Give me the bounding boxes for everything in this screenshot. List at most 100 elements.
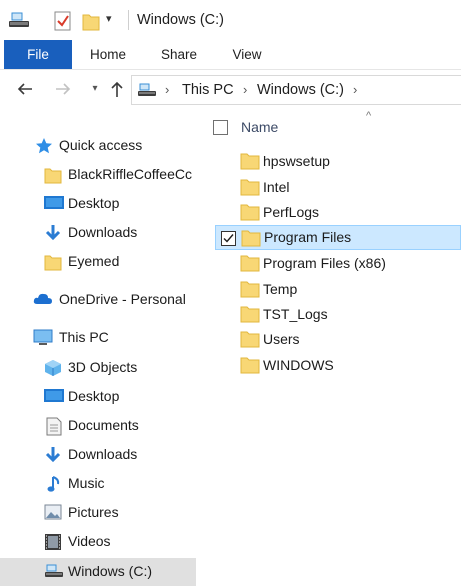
folder-icon [240, 356, 260, 374]
nav-label: Eyemed [68, 253, 120, 269]
file-row[interactable]: Intel [215, 175, 461, 200]
back-arrow-icon [17, 83, 32, 95]
column-header-name[interactable]: Name [241, 119, 278, 135]
document-icon [46, 417, 66, 436]
breadcrumb-separator: › [353, 82, 358, 97]
tab-share[interactable]: Share [158, 40, 200, 69]
nav-label: OneDrive - Personal [59, 291, 186, 307]
nav-item-videos[interactable]: Videos [0, 528, 196, 556]
cloud-icon [33, 291, 53, 309]
forward-arrow-icon [56, 83, 71, 95]
title-separator [128, 10, 129, 30]
forward-button[interactable] [52, 78, 74, 100]
back-button[interactable] [14, 78, 36, 100]
download-icon [44, 446, 64, 464]
drive-icon [44, 563, 64, 581]
navigation-pane: Quick access BlackRiffleCoffeeCc Desktop… [0, 112, 196, 586]
file-name: Intel [263, 179, 290, 195]
star-icon [35, 137, 55, 155]
nav-item-documents[interactable]: Documents [0, 412, 196, 440]
nav-label: Windows (C:) [68, 563, 153, 579]
file-name: TST_Logs [263, 306, 328, 322]
tab-file[interactable]: File [4, 40, 72, 69]
nav-item-desktop-pc[interactable]: Desktop [0, 383, 196, 411]
picture-icon [44, 504, 64, 522]
row-checkbox[interactable] [221, 231, 236, 246]
nav-label: Downloads [68, 446, 138, 462]
folder-icon [240, 330, 260, 348]
recent-locations-button[interactable]: ▾ [84, 78, 106, 100]
drive-icon [137, 82, 157, 101]
nav-label: 3D Objects [68, 359, 138, 375]
folder-icon [240, 305, 260, 323]
folder-icon [240, 152, 260, 170]
music-icon [46, 475, 66, 493]
new-folder-icon[interactable] [82, 11, 100, 34]
nav-item-downloads-quick[interactable]: Downloads [0, 219, 196, 247]
nav-item-windows-c[interactable]: Windows (C:) [0, 558, 196, 586]
file-name: hpswsetup [263, 153, 330, 169]
nav-label: Quick access [59, 137, 143, 153]
title-bar: ▾ Windows (C:) [0, 0, 461, 40]
nav-label: Documents [68, 417, 139, 433]
desktop-icon [44, 195, 64, 213]
folder-icon [44, 166, 64, 184]
checkmark-icon [223, 234, 234, 243]
select-all-checkbox[interactable] [213, 120, 228, 135]
up-arrow-icon [111, 81, 123, 97]
file-name: Temp [263, 281, 298, 297]
nav-item-3d-objects[interactable]: 3D Objects [0, 354, 196, 382]
file-name: Users [263, 331, 300, 347]
nav-item-onedrive[interactable]: OneDrive - Personal [0, 286, 196, 314]
folder-icon [44, 253, 64, 271]
file-row[interactable]: TST_Logs [215, 302, 461, 327]
nav-label: Pictures [68, 504, 119, 520]
drive-icon[interactable] [8, 11, 30, 32]
file-name: WINDOWS [263, 357, 334, 373]
file-row-selected[interactable]: Program Files [215, 225, 461, 250]
nav-item-music[interactable]: Music [0, 470, 196, 498]
file-row[interactable]: WINDOWS [215, 353, 461, 378]
window-title: Windows (C:) [137, 12, 225, 28]
file-name: Program Files [264, 229, 352, 245]
breadcrumb-separator: › [243, 82, 248, 97]
folder-icon [240, 280, 260, 298]
file-row[interactable]: Program Files (x86) [215, 251, 461, 276]
nav-item-this-pc[interactable]: This PC [0, 324, 196, 352]
sort-ascending-icon: ^ [366, 110, 372, 122]
nav-item-pictures[interactable]: Pictures [0, 499, 196, 527]
computer-icon [33, 329, 53, 347]
customize-toolbar-icon[interactable]: ▾ [106, 12, 112, 25]
file-row[interactable]: hpswsetup [215, 149, 461, 174]
video-icon [44, 533, 64, 551]
address-bar[interactable]: › This PC › Windows (C:) › [131, 75, 461, 105]
breadcrumb-this-pc[interactable]: This PC [182, 82, 234, 98]
file-name: Program Files (x86) [263, 255, 386, 271]
cube-icon [44, 359, 64, 377]
nav-label: Desktop [68, 195, 120, 211]
file-row[interactable]: Temp [215, 277, 461, 302]
nav-item-blackrifflecoffee[interactable]: BlackRiffleCoffeeCc [0, 161, 196, 189]
desktop-icon [44, 388, 64, 406]
column-header-row: Name ^ [208, 110, 461, 142]
file-row[interactable]: PerfLogs [215, 200, 461, 225]
breadcrumb-windows-c[interactable]: Windows (C:) [257, 82, 344, 98]
tab-view[interactable]: View [227, 40, 267, 69]
nav-item-desktop-quick[interactable]: Desktop [0, 190, 196, 218]
tab-home[interactable]: Home [86, 40, 130, 69]
folder-icon [241, 229, 261, 247]
nav-item-eyemed[interactable]: Eyemed [0, 248, 196, 276]
file-row[interactable]: Users [215, 327, 461, 352]
folder-icon [240, 254, 260, 272]
nav-item-downloads-pc[interactable]: Downloads [0, 441, 196, 469]
up-button[interactable] [106, 78, 128, 100]
nav-label: BlackRiffleCoffeeCc [68, 166, 192, 182]
folder-icon [240, 178, 260, 196]
properties-icon[interactable] [54, 11, 72, 34]
nav-label: Videos [68, 533, 111, 549]
file-name: PerfLogs [263, 204, 320, 220]
navigation-row: ▾ › This PC › Windows (C:) › [0, 70, 461, 110]
ribbon: File Home Share View [0, 40, 461, 70]
nav-item-quick-access[interactable]: Quick access [0, 132, 196, 160]
nav-label: Downloads [68, 224, 138, 240]
